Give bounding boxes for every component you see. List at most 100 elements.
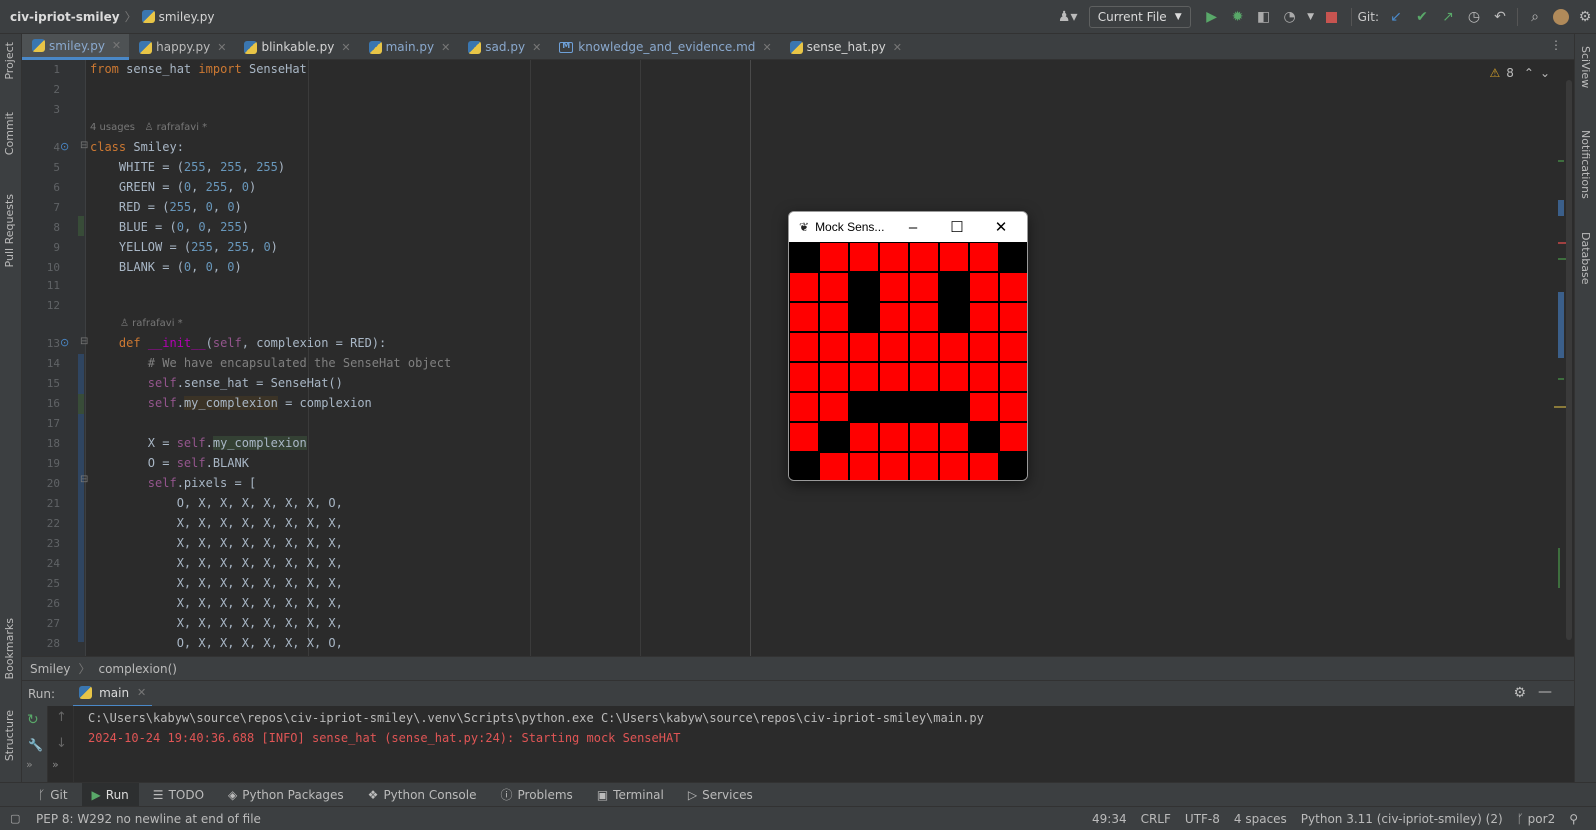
line-number: 25 <box>46 577 60 590</box>
mock-window-titlebar[interactable]: ❦ Mock Sens... – ☐ ✕ <box>789 212 1027 242</box>
fold-icon[interactable]: ⊟ <box>80 140 88 151</box>
tool-window-python-console[interactable]: ❖ Python Console <box>358 783 487 807</box>
led-pixel <box>849 422 879 452</box>
tab-smiley[interactable]: smiley.py ✕ <box>22 34 130 60</box>
tab-happy[interactable]: happy.py ✕ <box>129 34 234 60</box>
bookmarks-tool-button[interactable]: Bookmarks <box>3 618 16 679</box>
editor-scrollbar[interactable] <box>1552 60 1574 656</box>
file-encoding[interactable]: UTF-8 <box>1185 812 1220 826</box>
tool-window-services[interactable]: ▷ Services <box>678 783 763 807</box>
run-tab-main[interactable]: main ✕ <box>73 681 153 707</box>
caret-position[interactable]: 49:34 <box>1092 812 1127 826</box>
current-file-name[interactable]: smiley.py <box>159 10 215 24</box>
line-number: 7 <box>53 201 60 214</box>
settings-icon[interactable]: ⚙ <box>1513 685 1526 701</box>
structure-tool-button[interactable]: Structure <box>3 710 16 761</box>
override-icon[interactable]: ⊙ <box>60 336 69 349</box>
project-tool-button[interactable]: Project <box>3 42 16 80</box>
more-run-chevron-icon[interactable]: ▼ <box>1303 4 1319 30</box>
tab-knowledge-and-evidence[interactable]: knowledge_and_evidence.md ✕ <box>549 34 779 60</box>
tab-main[interactable]: main.py ✕ <box>359 34 459 60</box>
breadcrumb-class[interactable]: Smiley <box>30 662 70 676</box>
close-icon[interactable]: ✕ <box>112 39 121 52</box>
tab-blinkable[interactable]: blinkable.py ✕ <box>234 34 358 60</box>
git-commit-icon[interactable]: ✔ <box>1409 4 1435 30</box>
warning-icon: ⚠ <box>1489 66 1501 80</box>
tool-window-python-packages[interactable]: ◈ Python Packages <box>218 783 354 807</box>
profile-icon[interactable]: ◔ <box>1277 4 1303 30</box>
run-icon[interactable]: ▶ <box>1199 4 1225 30</box>
left-tool-strip: Project Commit Pull Requests Bookmarks S… <box>0 34 22 796</box>
close-icon[interactable]: ✕ <box>981 212 1021 242</box>
tool-window-terminal[interactable]: ▣ Terminal <box>587 783 674 807</box>
close-icon[interactable]: ✕ <box>441 41 450 54</box>
history-icon[interactable]: ◷ <box>1461 4 1487 30</box>
led-pixel <box>909 272 939 302</box>
user-icon[interactable]: ♟▾ <box>1055 4 1081 30</box>
tool-window-run[interactable]: ▶ Run <box>81 782 139 807</box>
close-icon[interactable]: ✕ <box>893 41 902 54</box>
chevron-up-icon[interactable]: ⌃ <box>1524 66 1534 80</box>
fold-icon[interactable]: ⊟ <box>80 474 88 485</box>
run-configuration-select[interactable]: Current File ▼ <box>1088 6 1191 28</box>
close-icon[interactable]: ✕ <box>762 41 771 54</box>
coverage-icon[interactable]: ◧ <box>1251 4 1277 30</box>
git-update-icon[interactable]: ↙ <box>1383 4 1409 30</box>
author-hint[interactable]: ♙ rafrafavi * <box>120 318 183 329</box>
expand-icon[interactable]: » <box>26 758 33 771</box>
status-toggle-icon[interactable]: ▢ <box>10 812 20 825</box>
chevron-down-icon[interactable]: ⌄ <box>1540 66 1550 80</box>
close-icon[interactable]: ✕ <box>532 41 541 54</box>
status-message[interactable]: PEP 8: W292 no newline at end of file <box>0 812 261 826</box>
wrench-icon[interactable]: 🔧 <box>28 738 43 752</box>
pull-requests-tool-button[interactable]: Pull Requests <box>3 194 16 267</box>
scroll-thumb[interactable] <box>1566 80 1572 640</box>
python-interpreter[interactable]: Python 3.11 (civ-ipriot-smiley) (2) <box>1301 812 1503 826</box>
project-name[interactable]: civ-ipriot-smiley <box>10 10 120 24</box>
run-console[interactable]: ↻ 🔧 ↑ ↓ C:\Users\kabyw\source\repos\civ-… <box>22 706 1574 782</box>
settings-icon[interactable]: ⚙ <box>1574 4 1596 30</box>
avatar[interactable] <box>1548 4 1574 30</box>
debug-icon[interactable]: ✹ <box>1225 4 1251 30</box>
code-line: # We have encapsulated the SenseHat obje… <box>147 356 452 370</box>
git-push-icon[interactable]: ↗ <box>1435 4 1461 30</box>
more-tabs-icon[interactable]: ⋮ <box>1550 38 1562 52</box>
breadcrumb-method[interactable]: complexion() <box>98 662 177 676</box>
led-pixel <box>969 272 999 302</box>
line-separator[interactable]: CRLF <box>1141 812 1171 826</box>
maximize-icon[interactable]: ☐ <box>937 212 977 242</box>
arrow-up-icon[interactable]: ↑ <box>56 710 67 725</box>
tool-window-git[interactable]: ᚴ Git <box>28 783 78 807</box>
breadcrumb-separator: 〉 <box>78 662 91 676</box>
git-branch[interactable]: ᚴ por2 <box>1517 812 1556 826</box>
arrow-down-icon[interactable]: ↓ <box>56 736 67 751</box>
tab-sense-hat[interactable]: sense_hat.py ✕ <box>780 34 910 60</box>
search-icon[interactable]: ⌕ <box>1522 4 1548 30</box>
rerun-icon[interactable]: ↻ <box>27 712 39 728</box>
notifications-tool-button[interactable]: Notifications <box>1579 130 1592 199</box>
close-icon[interactable]: ✕ <box>217 41 226 54</box>
rollback-icon[interactable]: ↶ <box>1487 4 1513 30</box>
override-icon[interactable]: ⊙ <box>60 140 69 153</box>
database-tool-button[interactable]: Database <box>1579 232 1592 285</box>
minimize-icon[interactable]: — <box>1538 684 1552 700</box>
inspection-widget[interactable]: ⚠ 8 ⌃ ⌄ <box>1489 66 1550 80</box>
indent-setting[interactable]: 4 spaces <box>1234 812 1287 826</box>
sciview-tool-button[interactable]: SciView <box>1579 46 1592 88</box>
close-icon[interactable]: ✕ <box>341 41 350 54</box>
minimize-icon[interactable]: – <box>893 212 933 242</box>
commit-tool-button[interactable]: Commit <box>3 112 16 155</box>
expand-icon[interactable]: » <box>52 758 59 771</box>
lock-icon[interactable]: ⚲ <box>1569 812 1578 826</box>
led-pixel <box>789 392 819 422</box>
mock-sense-hat-window[interactable]: ❦ Mock Sens... – ☐ ✕ <box>788 211 1028 481</box>
close-icon[interactable]: ✕ <box>137 686 146 699</box>
code-line: self.pixels = [ <box>147 476 257 490</box>
tool-window-problems[interactable]: ⓘ Problems <box>490 783 582 807</box>
usages-hint[interactable]: 4 usages ♙ rafrafavi * <box>90 122 207 133</box>
tab-sad[interactable]: sad.py ✕ <box>458 34 549 60</box>
stop-icon[interactable] <box>1319 4 1345 30</box>
line-number: 8 <box>53 221 60 234</box>
tool-window-todo[interactable]: ☰ TODO <box>143 783 214 807</box>
fold-icon[interactable]: ⊟ <box>80 336 88 347</box>
